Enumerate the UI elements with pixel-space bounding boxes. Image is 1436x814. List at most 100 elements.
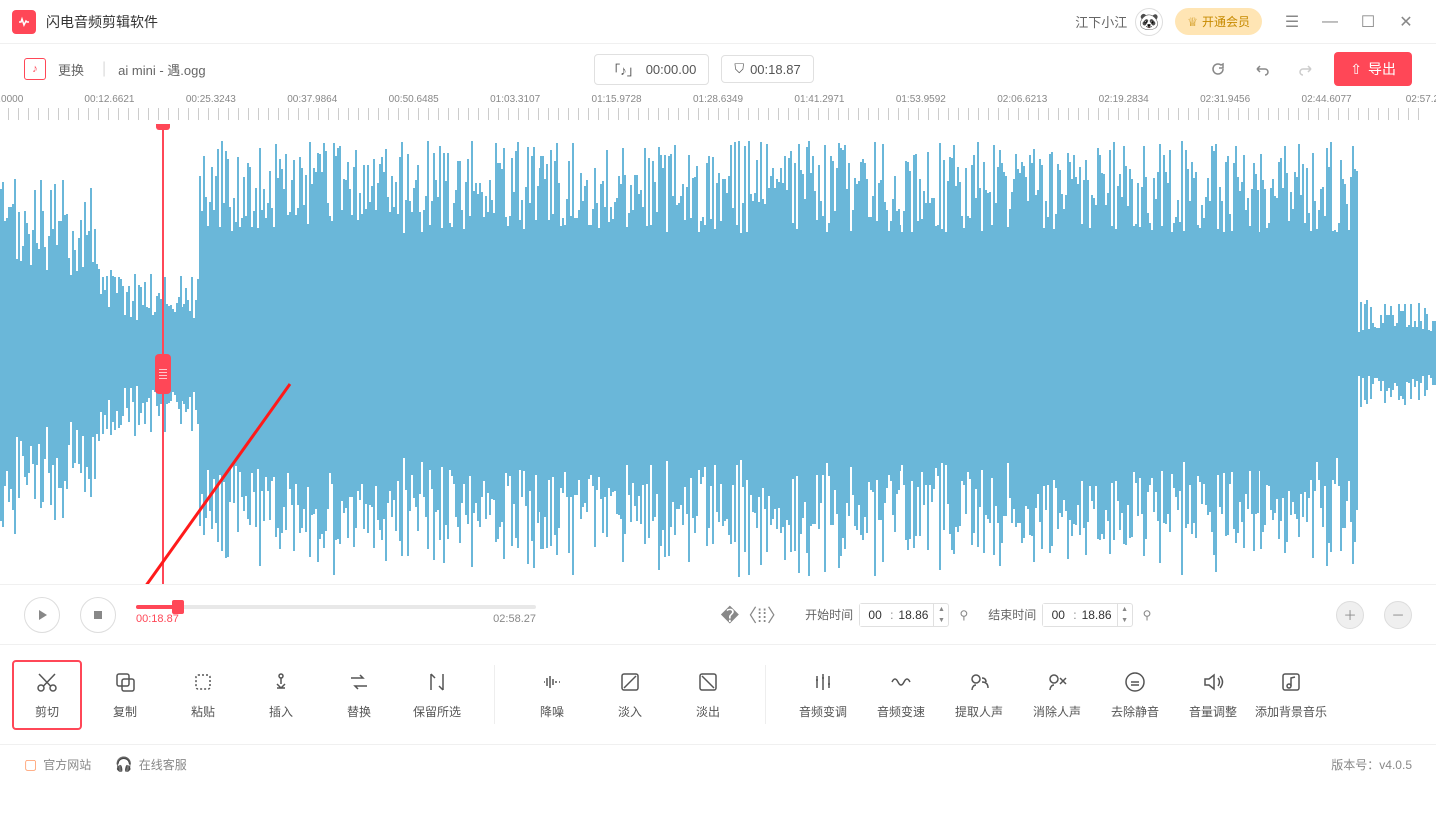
tool-label: 淡出 [696, 703, 720, 720]
tool-label: 添加背景音乐 [1255, 703, 1327, 720]
end-down[interactable]: ▼ [1118, 615, 1132, 626]
pitch-icon [810, 669, 836, 695]
tool-silence[interactable]: 去除静音 [1100, 660, 1170, 730]
stop-button[interactable] [80, 597, 116, 633]
start-hour-input[interactable] [860, 604, 890, 626]
tool-label: 淡入 [618, 703, 642, 720]
music-note-icon: 「♪」 [607, 60, 640, 79]
time-start-box[interactable]: 「♪」 00:00.00 [594, 54, 709, 85]
tool-volume[interactable]: 音量调整 [1178, 660, 1248, 730]
playhead-handle[interactable] [156, 124, 170, 130]
playhead[interactable] [162, 124, 164, 584]
start-marker-icon[interactable]: ⚲ [959, 608, 968, 622]
ruler-label: 01:03.3107 [490, 94, 540, 105]
export-button[interactable]: ⇧ 导出 [1334, 52, 1412, 86]
export-label: 导出 [1368, 59, 1396, 79]
cut-icon [34, 669, 60, 695]
statusbar: ▢ 官方网站 🎧 在线客服 版本号：v4.0.5 [0, 744, 1436, 784]
zoom-in-button[interactable]: ＋ [1336, 601, 1364, 629]
tool-remove[interactable]: 消除人声 [1022, 660, 1092, 730]
copy-icon [112, 669, 138, 695]
time-end-box[interactable]: ⛉ 00:18.87 [721, 55, 813, 83]
avatar[interactable]: 🐼 [1135, 8, 1163, 36]
transport-bar: 00:18.87 02:58.27 �〈⁞⁞〉 开始时间 : ▲▼ ⚲ 结束时间… [0, 584, 1436, 644]
titlebar: 闪电音频剪辑软件 江下小江 🐼 ♕ 开通会员 ☰ — ☐ ✕ [0, 0, 1436, 44]
ruler-label: 02:31.9456 [1200, 94, 1250, 105]
playhead-grip[interactable] [155, 354, 171, 394]
tool-speed[interactable]: 音频变速 [866, 660, 936, 730]
website-link[interactable]: ▢ 官方网站 [24, 756, 91, 773]
zoom-out-button[interactable]: － [1384, 601, 1412, 629]
tool-bgm[interactable]: 添加背景音乐 [1256, 660, 1326, 730]
maximize-button[interactable]: ☐ [1350, 8, 1386, 36]
end-hour-input[interactable] [1043, 604, 1073, 626]
ruler-label: 01:41.2971 [794, 94, 844, 105]
start-up[interactable]: ▲ [934, 604, 948, 615]
tool-cut[interactable]: 剪切 [12, 660, 82, 730]
tool-paste[interactable]: 粘贴 [168, 660, 238, 730]
remove-icon [1044, 669, 1070, 695]
time-end-value: 00:18.87 [750, 62, 801, 77]
ruler-label: 00:12.6621 [84, 94, 134, 105]
tool-label: 音频变调 [799, 703, 847, 720]
timeline-ruler[interactable]: 0.000000:12.662100:25.324300:37.986400:5… [0, 94, 1436, 124]
end-marker-icon[interactable]: ⚲ [1143, 608, 1152, 622]
start-sec-input[interactable] [893, 604, 933, 626]
start-down[interactable]: ▼ [934, 615, 948, 626]
end-up[interactable]: ▲ [1118, 604, 1132, 615]
tool-keep[interactable]: 保留所选 [402, 660, 472, 730]
fadeout-icon [695, 669, 721, 695]
ruler-label: 02:19.2834 [1099, 94, 1149, 105]
version-text: 版本号：v4.0.5 [1331, 756, 1412, 773]
paste-icon [190, 669, 216, 695]
tool-label: 音频变速 [877, 703, 925, 720]
close-button[interactable]: ✕ [1388, 8, 1424, 36]
refresh-button[interactable] [1202, 53, 1234, 85]
speed-icon [888, 669, 914, 695]
extract-icon [966, 669, 992, 695]
tool-insert[interactable]: 插入 [246, 660, 316, 730]
waveform[interactable] [0, 124, 1436, 584]
tool-label: 去除静音 [1111, 703, 1159, 720]
tool-denoise[interactable]: 降噪 [517, 660, 587, 730]
tool-label: 消除人声 [1033, 703, 1081, 720]
bgm-icon [1278, 669, 1304, 695]
minimize-button[interactable]: — [1312, 8, 1348, 36]
undo-button[interactable] [1246, 53, 1278, 85]
user-name[interactable]: 江下小江 [1075, 12, 1127, 31]
ruler-label: 02:57.269 [1406, 94, 1436, 105]
ruler-label: 00:25.3243 [186, 94, 236, 105]
ruler-label: 01:15.9728 [592, 94, 642, 105]
silence-icon [1122, 669, 1148, 695]
ruler-label: 02:44.6077 [1302, 94, 1352, 105]
vip-button[interactable]: ♕ 开通会员 [1175, 8, 1262, 35]
tool-pitch[interactable]: 音频变调 [788, 660, 858, 730]
filename: ai mini - 遇.ogg [118, 60, 205, 79]
selection-icon[interactable]: �〈⁞⁞〉 [721, 602, 785, 628]
tool-copy[interactable]: 复制 [90, 660, 160, 730]
progress-slider[interactable]: 00:18.87 02:58.27 [136, 605, 536, 625]
shield-icon: ⛉ [734, 61, 744, 77]
end-sec-input[interactable] [1077, 604, 1117, 626]
menu-button[interactable]: ☰ [1274, 8, 1310, 36]
tool-label: 粘贴 [191, 703, 215, 720]
tool-label: 剪切 [35, 703, 59, 720]
ruler-label: 01:28.6349 [693, 94, 743, 105]
start-time-field: 开始时间 : ▲▼ ⚲ [805, 603, 968, 627]
fadein-icon [617, 669, 643, 695]
ruler-label: 00:50.6485 [389, 94, 439, 105]
ruler-label: 0.0000 [0, 94, 23, 105]
upload-icon: ⇧ [1350, 61, 1362, 78]
support-link[interactable]: 🎧 在线客服 [115, 756, 186, 773]
tool-fadein[interactable]: 淡入 [595, 660, 665, 730]
swap-label[interactable]: 更换 [58, 60, 84, 79]
play-button[interactable] [24, 597, 60, 633]
app-logo [12, 10, 36, 34]
tool-replace[interactable]: 替换 [324, 660, 394, 730]
redo-button[interactable] [1290, 53, 1322, 85]
volume-icon [1200, 669, 1226, 695]
replace-icon [346, 669, 372, 695]
tool-fadeout[interactable]: 淡出 [673, 660, 743, 730]
tool-extract[interactable]: 提取人声 [944, 660, 1014, 730]
tool-label: 复制 [113, 703, 137, 720]
